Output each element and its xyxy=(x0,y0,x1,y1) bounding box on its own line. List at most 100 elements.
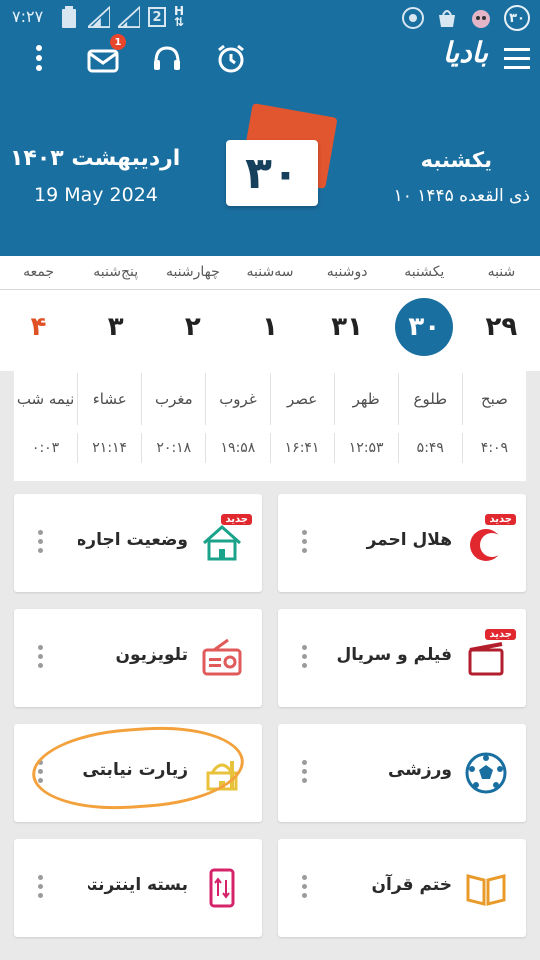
prayer-times-row: ۴:۰۹ ۵:۴۹ ۱۲:۵۳ ۱۶:۴۱ ۱۹:۵۸ ۲۰:۱۸ ۲۱:۱۴ … xyxy=(14,433,526,463)
headset-icon[interactable] xyxy=(150,42,184,76)
card-more-icon[interactable] xyxy=(38,875,44,899)
card-more-icon[interactable] xyxy=(302,530,308,554)
chrome-icon xyxy=(402,7,424,29)
day-envelope[interactable]: ۳۰ xyxy=(226,103,338,210)
network-type: H ⇅ xyxy=(174,5,185,29)
prayer-name: نیمه شب xyxy=(16,390,75,408)
prayer-name: طلوع xyxy=(397,373,462,425)
card-label: وضعیت اجاره xyxy=(78,530,188,550)
prayer-time: ۴:۰۹ xyxy=(461,433,526,463)
card-khatm-quran[interactable]: ختم قرآن xyxy=(278,839,526,937)
day-cell[interactable]: ۳ xyxy=(77,298,154,356)
card-varzeshi[interactable]: ورزشی xyxy=(278,724,526,822)
gregorian-date: 19 May 2024 xyxy=(34,184,158,206)
weekday-names: شنبه یکشنبه دوشنبه سه‌شنبه چهارشنبه پنج‌… xyxy=(0,264,540,284)
card-label: ورزشی xyxy=(387,760,452,780)
card-more-icon[interactable] xyxy=(38,530,44,554)
card-television[interactable]: تلویزیون xyxy=(14,609,262,707)
card-label: تلویزیون xyxy=(115,645,189,665)
day-number: ۲۹ xyxy=(485,312,518,342)
card-more-icon[interactable] xyxy=(302,760,308,784)
book-icon xyxy=(464,866,508,910)
day-number: ۱ xyxy=(262,312,278,342)
day-number: ۴ xyxy=(30,312,47,342)
weekday-label: یکشنبه xyxy=(404,264,445,280)
prayer-name: غروب xyxy=(205,373,269,425)
divider xyxy=(0,289,540,290)
alarm-icon[interactable] xyxy=(214,42,248,76)
card-label: فیلم و سریال xyxy=(336,645,452,665)
status-bar: ۷:۲۷ 2 H ⇅ ۳۰ xyxy=(0,0,540,36)
app-bar: بادیا 1 xyxy=(0,34,540,98)
prayer-name: صبح xyxy=(461,373,526,425)
more-icon[interactable] xyxy=(22,42,56,76)
new-tag: جدید xyxy=(485,629,516,640)
weekday-label: دوشنبه xyxy=(326,264,368,280)
date-header: اردیبهشت ۱۴۰۳ 19 May 2024 ۳۰ یکشنبه ۱۰ ذ… xyxy=(0,98,540,256)
card-more-icon[interactable] xyxy=(302,645,308,669)
prayer-time: ۲۱:۱۴ xyxy=(77,433,141,463)
message-badge: 1 xyxy=(110,34,126,50)
phone-transfer-icon xyxy=(200,866,244,910)
card-vaziat-ejare[interactable]: جدید وضعیت اجاره xyxy=(14,494,262,592)
day-number: ۲ xyxy=(184,312,201,342)
card-baste-internet[interactable]: بسته اینترنتی xyxy=(14,839,262,937)
date-badge: ۳۰ xyxy=(504,5,530,31)
weekday-label: شنبه xyxy=(487,264,516,280)
house-rent-icon xyxy=(200,521,244,565)
prayer-time: ۲۰:۱۸ xyxy=(141,433,205,463)
prayer-time: ۱۲:۵۳ xyxy=(333,433,398,463)
weekday-label: سه‌شنبه xyxy=(246,264,294,280)
menu-icon[interactable] xyxy=(500,42,534,76)
mail-icon[interactable]: 1 xyxy=(86,34,126,76)
prayer-time: ۱۶:۴۱ xyxy=(269,433,334,463)
day-cell-selected[interactable]: ۳۰ xyxy=(386,298,463,356)
clapperboard-icon xyxy=(464,636,508,680)
battery-icon xyxy=(58,6,80,28)
day-cell[interactable]: ۳۱ xyxy=(309,298,386,356)
prayer-time: ۰:۰۳ xyxy=(31,440,60,456)
weekday-label: چهارشنبه xyxy=(165,264,220,280)
prayer-name: ظهر xyxy=(333,373,398,425)
day-cell[interactable]: ۱ xyxy=(231,298,308,356)
status-time: ۷:۲۷ xyxy=(12,7,44,26)
week-strip: شنبه یکشنبه دوشنبه سه‌شنبه چهارشنبه پنج‌… xyxy=(0,256,540,371)
prayer-name: عشاء xyxy=(77,373,141,425)
prayer-name: عصر xyxy=(269,373,334,425)
radio-tv-icon xyxy=(200,636,244,680)
day-cell[interactable]: ۲۹ xyxy=(463,298,540,356)
card-more-icon[interactable] xyxy=(38,645,44,669)
mascot-icon xyxy=(470,7,492,29)
sim-slot-icon: 2 xyxy=(148,7,166,27)
data-arrows-icon: ⇅ xyxy=(174,15,185,29)
hijri-date: ۱۰ ذی القعده ۱۴۴۵ xyxy=(393,186,530,206)
new-tag: جدید xyxy=(485,514,516,525)
weekday-name: یکشنبه xyxy=(420,148,492,172)
day-number: ۳۰ xyxy=(395,298,454,356)
status-icons-right: ۳۰ xyxy=(402,5,530,31)
card-label: ختم قرآن xyxy=(371,875,452,895)
day-number: ۳۰ xyxy=(245,147,299,199)
week-days: ۲۹ ۳۰ ۳۱ ۱ ۲ ۳ ۴ xyxy=(0,298,540,356)
card-film-serial[interactable]: جدید فیلم و سریال xyxy=(278,609,526,707)
card-label: هلال احمر xyxy=(366,530,452,550)
persian-month-year: اردیبهشت ۱۴۰۳ xyxy=(10,146,181,171)
prayer-time: ۱۹:۵۸ xyxy=(205,433,269,463)
signal-icon xyxy=(88,6,110,28)
new-tag: جدید xyxy=(221,514,252,525)
day-number: ۳۱ xyxy=(331,312,364,342)
card-more-icon[interactable] xyxy=(302,875,308,899)
signal-2-icon xyxy=(118,6,140,28)
status-icons-left: 2 H ⇅ xyxy=(58,5,185,29)
weekday-label: پنج‌شنبه xyxy=(93,264,139,280)
shopping-bag-icon xyxy=(436,7,458,29)
day-cell-friday[interactable]: ۴ xyxy=(0,298,77,356)
prayer-times-panel[interactable]: صبح طلوع ظهر عصر غروب مغرب عشاء نیمه شب … xyxy=(14,371,526,481)
day-cell[interactable]: ۲ xyxy=(154,298,231,356)
day-number: ۳ xyxy=(107,312,124,342)
red-crescent-icon xyxy=(464,521,508,565)
card-label: بسته اینترنتی xyxy=(88,875,188,895)
app-logo[interactable]: بادیا xyxy=(443,36,488,69)
card-helal-ahmar[interactable]: جدید هلال احمر xyxy=(278,494,526,592)
soccer-ball-icon xyxy=(464,751,508,795)
